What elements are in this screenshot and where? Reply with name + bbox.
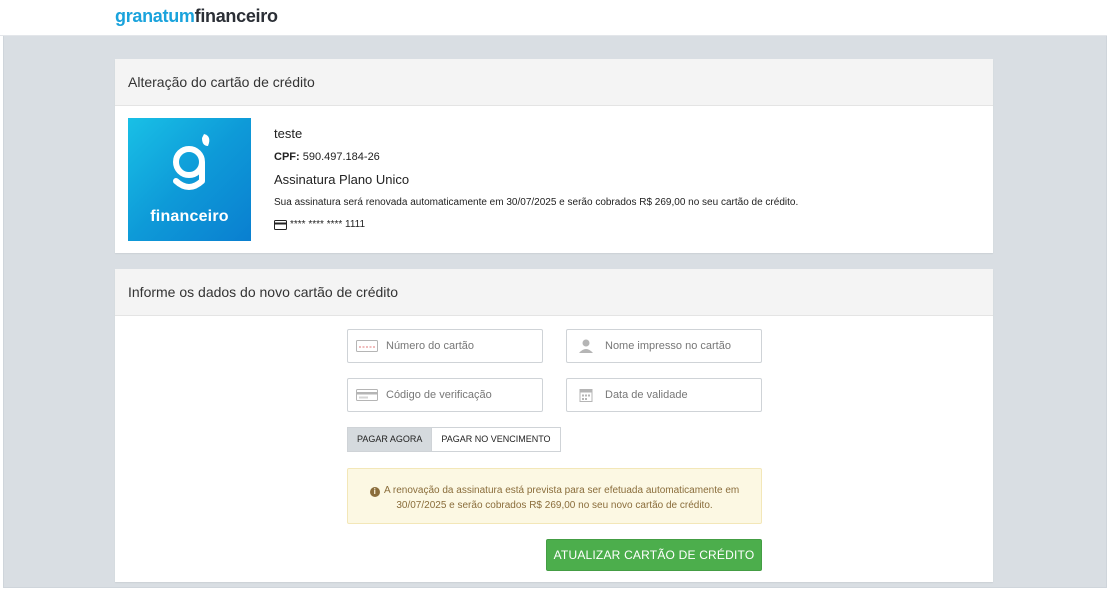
info-icon: i: [369, 487, 380, 497]
expiry-input[interactable]: [605, 379, 755, 411]
renewal-text: Sua assinatura será renovada automaticam…: [274, 197, 799, 208]
cvv-input[interactable]: [386, 379, 536, 411]
current-card-header: Alteração do cartão de crédito: [115, 59, 993, 106]
plan-name: Assinatura Plano Unico: [274, 172, 410, 187]
brand-logo-tile: financeiro: [128, 118, 251, 241]
cvv-field[interactable]: [347, 378, 543, 412]
cpf-label: CPF:: [274, 151, 300, 163]
pay-on-due-button[interactable]: PAGAR NO VENCIMENTO: [432, 428, 559, 451]
card-number-input[interactable]: [386, 330, 536, 362]
new-card-header: Informe os dados do novo cartão de crédi…: [115, 269, 993, 316]
cpf-value: 590.497.184-26: [302, 151, 380, 163]
brand-tile-word: financeiro: [150, 208, 229, 225]
expiry-field[interactable]: [566, 378, 762, 412]
payment-option-toggle: PAGAR AGORA PAGAR NO VENCIMENTO: [347, 427, 561, 452]
card-back-icon: [356, 389, 378, 401]
card-number-field[interactable]: [347, 329, 543, 363]
alert-line-1: A renovação da assinatura está prevista …: [384, 485, 740, 496]
masked-card-line: **** **** **** 1111: [274, 219, 365, 230]
masked-card-number: **** **** **** 1111: [290, 219, 366, 230]
credit-card-icon: [274, 219, 287, 230]
top-bar: granatumfinanceiro: [0, 0, 1110, 36]
renewal-alert: i A renovação da assinatura está previst…: [347, 468, 762, 524]
granatum-logo[interactable]: granatumfinanceiro: [115, 5, 278, 27]
pay-now-button[interactable]: PAGAR AGORA: [348, 428, 433, 451]
card-number-icon: [356, 340, 378, 352]
card-name-input[interactable]: [605, 330, 755, 362]
customer-name: teste: [274, 126, 303, 141]
update-card-button[interactable]: ATUALIZAR CARTÃO DE CRÉDITO: [546, 539, 762, 571]
new-card-panel: Informe os dados do novo cartão de crédi…: [115, 269, 993, 582]
calendar-icon: [579, 389, 593, 402]
current-card-panel: Alteração do cartão de crédito financeir…: [115, 59, 993, 253]
alert-line-2: 30/07/2025 e serão cobrados R$ 269,00 no…: [396, 500, 713, 511]
user-icon: [579, 339, 593, 353]
card-name-field[interactable]: [566, 329, 762, 363]
cpf-line: CPF: 590.497.184-26: [274, 151, 380, 163]
